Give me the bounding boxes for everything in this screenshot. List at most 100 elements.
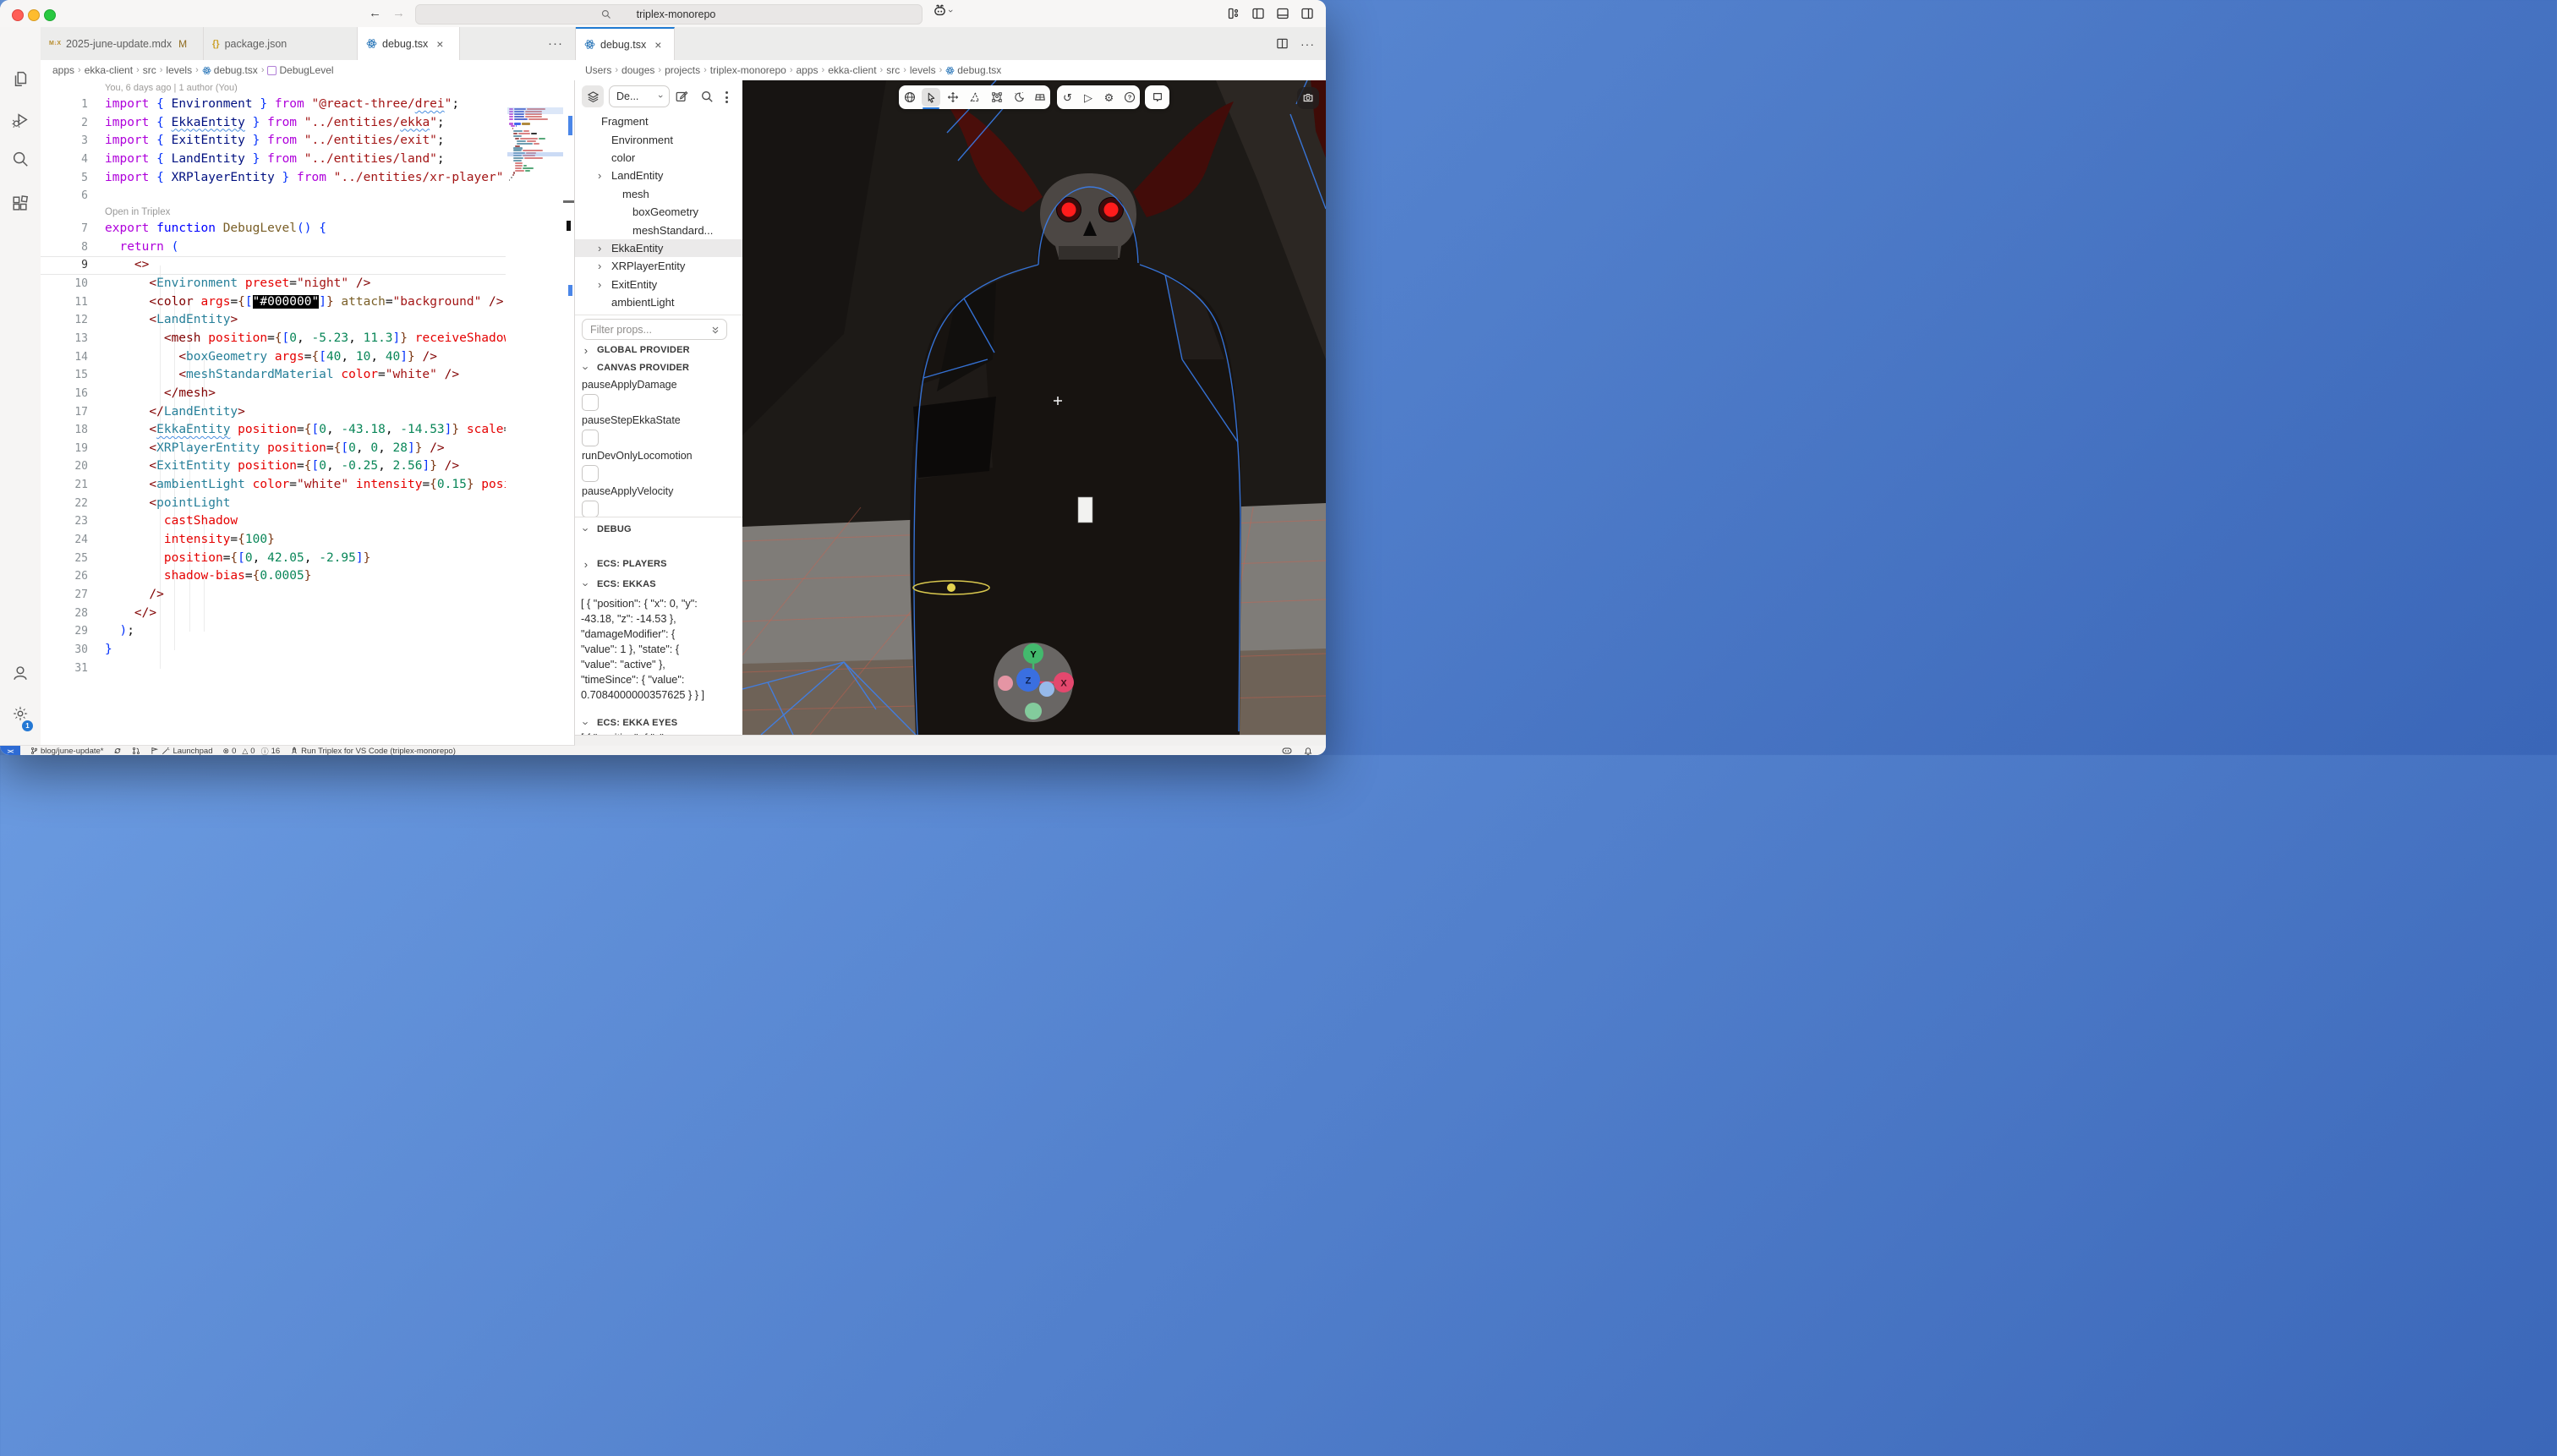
more-actions-button[interactable]: ··· (1300, 37, 1315, 51)
scene-viewport[interactable]: Y Z X (742, 80, 1326, 735)
checkbox-pauseApplyDamage[interactable] (582, 394, 599, 411)
command-center-search[interactable] (415, 4, 923, 25)
tree-item-color[interactable]: color (575, 149, 742, 167)
search-icon[interactable] (700, 90, 714, 103)
breadcrumb-item[interactable]: DebugLevel (267, 64, 333, 76)
section-ecs-players[interactable]: ›ECS: PLAYERS (575, 556, 742, 572)
code-line[interactable]: 26 shadow-bias={0.0005} (41, 567, 506, 586)
window-minimize-button[interactable] (28, 9, 40, 21)
globe-icon[interactable] (899, 85, 920, 109)
code-line[interactable]: 23 castShadow (41, 512, 506, 531)
code-line[interactable]: 1import { Environment } from "@react-thr… (41, 96, 506, 114)
code-line[interactable]: 18 <EkkaEntity position={[0, -43.18, -14… (41, 421, 506, 440)
breadcrumb[interactable]: apps›ekka-client›src›levels›debug.tsx›De… (41, 60, 587, 80)
chevron-right-icon[interactable]: › (598, 169, 601, 182)
launchpad-item[interactable]: Launchpad (151, 747, 212, 756)
camera-button[interactable] (1297, 87, 1319, 109)
code-line[interactable]: 28 </> (41, 605, 506, 623)
tree-item-xrplayerentity[interactable]: ›XRPlayerEntity (575, 257, 742, 275)
tree-item-landentity[interactable]: ›LandEntity (575, 167, 742, 184)
code-line[interactable]: 21 <ambientLight color="white" intensity… (41, 476, 506, 495)
tab-package-json[interactable]: {} package.json (204, 27, 358, 60)
chevron-right-icon[interactable]: › (598, 278, 601, 291)
code-line[interactable]: 19 <XRPlayerEntity position={[0, 0, 28]}… (41, 440, 506, 458)
gizmo-neg-x[interactable] (998, 676, 1013, 691)
code-line[interactable]: 14 <boxGeometry args={[40, 10, 40]} /> (41, 348, 506, 367)
scene-3d-render[interactable]: Y Z X (742, 80, 1326, 735)
section-ecs-ekka-eyes[interactable]: ›ECS: EKKA EYES (575, 715, 742, 731)
breadcrumb-item[interactable]: src (143, 64, 156, 76)
customize-layout-icon[interactable] (1227, 7, 1240, 20)
tree-item-fragment[interactable]: Fragment (575, 112, 742, 130)
code-line[interactable]: 6 (41, 187, 506, 205)
code-line[interactable]: 10 <Environment preset="night" /> (41, 275, 506, 293)
settings-gear-icon[interactable]: ⚙ (1098, 85, 1120, 109)
gizmo-neg-y[interactable] (1025, 703, 1042, 720)
expand-all-icon[interactable] (710, 325, 720, 335)
git-branch-item[interactable]: blog/june-update* (30, 747, 103, 756)
code-editor[interactable]: You, 6 days ago | 1 author (You)1import … (41, 80, 575, 745)
code-line[interactable]: 15 <meshStandardMaterial color="white" /… (41, 366, 506, 385)
chevron-right-icon[interactable]: › (598, 242, 601, 255)
tab-debug-tsx[interactable]: debug.tsx × (358, 27, 460, 60)
copilot-icon[interactable] (1282, 747, 1292, 755)
tree-item-ekkaentity[interactable]: ›EkkaEntity (575, 239, 742, 257)
breadcrumb-item[interactable]: triplex-monorepo (710, 64, 786, 76)
breadcrumb-item[interactable]: debug.tsx (202, 64, 258, 76)
edit-in-editor-icon[interactable] (675, 90, 688, 103)
section-debug[interactable]: ›DEBUG (575, 522, 742, 537)
breadcrumb-item[interactable]: debug.tsx (945, 64, 1001, 76)
breadcrumb-item[interactable]: levels (910, 64, 936, 76)
code-line[interactable]: 12 <LandEntity> (41, 311, 506, 330)
checkbox-pauseApplyVelocity[interactable] (582, 501, 599, 517)
problems-item[interactable]: ⊗0 △0 ⓘ16 (223, 746, 281, 756)
code-line[interactable]: 30} (41, 641, 506, 660)
breadcrumb-item[interactable]: src (886, 64, 900, 76)
transform-box-tool[interactable] (986, 85, 1008, 109)
filter-props-input[interactable] (582, 319, 727, 340)
code-line[interactable]: 4import { LandEntity } from "../entities… (41, 151, 506, 169)
split-editor-icon[interactable] (1276, 37, 1289, 50)
accounts-icon[interactable] (11, 664, 30, 682)
sync-changes-button[interactable] (113, 747, 122, 755)
codelens-open-in-triplex[interactable]: Open in Triplex (41, 205, 506, 220)
tree-item-meshstandard[interactable]: meshStandard... (575, 221, 742, 238)
breadcrumb-item[interactable]: apps (52, 64, 74, 76)
toggle-sidebar-right-icon[interactable] (1300, 7, 1314, 20)
more-tabs-button[interactable]: ··· (536, 27, 575, 60)
run-and-debug-icon[interactable] (11, 111, 30, 129)
section-ecs-ekkas[interactable]: ›ECS: EKKAS (575, 577, 742, 592)
code-line[interactable]: 7export function DebugLevel() { (41, 220, 506, 238)
code-line[interactable]: 11 <color args={["#000000"]} attach="bac… (41, 293, 506, 312)
breadcrumb-item[interactable]: douges (621, 64, 654, 76)
code-line[interactable]: 29 ); (41, 622, 506, 641)
explorer-icon[interactable] (11, 69, 30, 88)
history-back-button[interactable]: ← (369, 5, 381, 22)
code-line[interactable]: 13 <mesh position={[0, -5.23, 11.3]} rec… (41, 330, 506, 348)
code-line[interactable]: 25 position={[0, 42.05, -2.95]} (41, 550, 506, 568)
code-line[interactable]: 27 /> (41, 586, 506, 605)
gizmo-camera-dot[interactable] (1039, 681, 1054, 697)
breadcrumb-item[interactable]: ekka-client (828, 64, 876, 76)
tab-2025-june-update-mdx[interactable]: M↓X 2025-june-update.mdx M (41, 27, 204, 60)
close-icon[interactable]: × (436, 37, 443, 51)
code-line[interactable]: 3import { ExitEntity } from "../entities… (41, 132, 506, 151)
breadcrumb-item[interactable]: Users (585, 64, 611, 76)
code-line[interactable]: 8 return ( (41, 238, 506, 257)
breadcrumb-item[interactable]: apps (796, 64, 818, 76)
close-icon[interactable]: × (654, 38, 661, 52)
code-line[interactable]: 9 <> (41, 256, 506, 275)
component-dropdown[interactable]: De... › (609, 85, 670, 107)
bell-icon[interactable] (1304, 747, 1312, 756)
section-canvas-provider[interactable]: ›CANVAS PROVIDER (575, 360, 742, 375)
select-cursor-tool[interactable] (920, 85, 942, 109)
tree-item-boxgeometry[interactable]: boxGeometry (575, 203, 742, 221)
entity-marker-dot[interactable] (947, 583, 955, 592)
code-line[interactable]: 17 </LandEntity> (41, 403, 506, 422)
breadcrumb-item[interactable]: levels (166, 64, 192, 76)
feedback-icon[interactable] (1145, 85, 1169, 109)
run-triplex-button[interactable]: Run Triplex for VS Code (triplex-monorep… (290, 747, 456, 756)
move-tool[interactable] (942, 85, 964, 109)
breadcrumb-item[interactable]: projects (665, 64, 700, 76)
search-icon[interactable] (11, 150, 30, 168)
